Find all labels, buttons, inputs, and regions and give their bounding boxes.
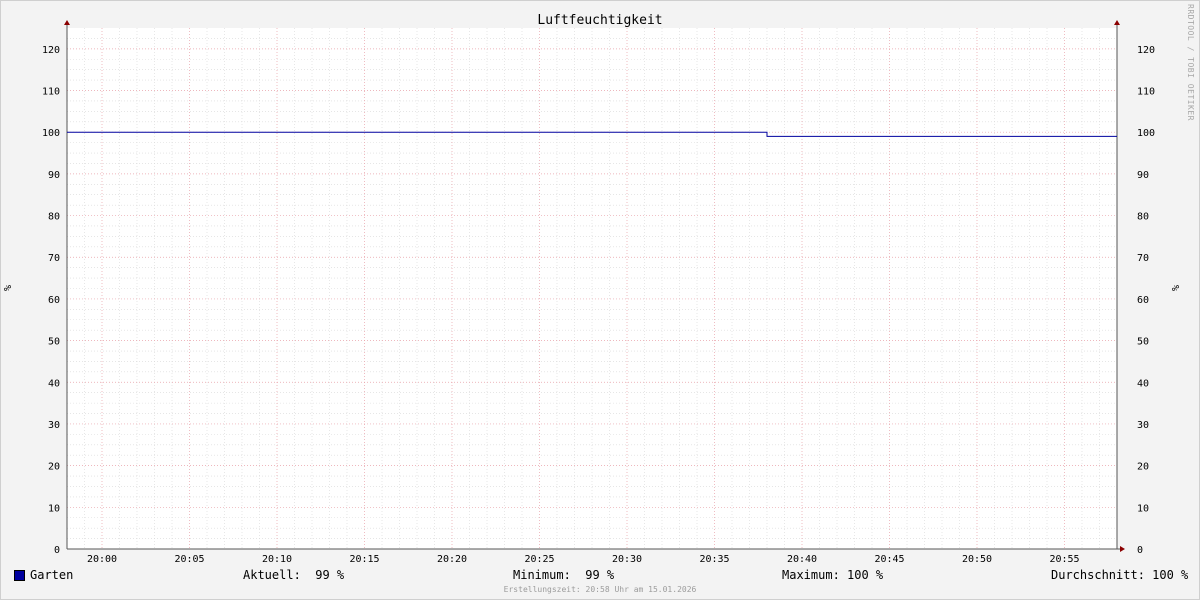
y-tick-label-left: 10 (48, 503, 60, 514)
y-tick-label-right: 0 (1137, 545, 1143, 556)
y-tick-label-left: 50 (48, 337, 60, 348)
y-tick-label-left: 20 (48, 462, 60, 473)
legend-current: Aktuell: 99 % (243, 568, 345, 582)
x-tick-label: 20:45 (874, 554, 904, 565)
y-tick-label-right: 90 (1137, 170, 1149, 181)
y-tick-label-left: 90 (48, 170, 60, 181)
y-tick-label-left: 80 (48, 212, 60, 223)
rrdtool-watermark: RRDTOOL / TOBI OETIKER (1186, 4, 1195, 121)
x-tick-label: 20:25 (524, 554, 554, 565)
x-tick-label: 20:00 (87, 554, 117, 565)
y-axis-left-arrow (64, 20, 70, 25)
legend-series-name: Garten (30, 568, 74, 582)
y-tick-label-left: 40 (48, 378, 60, 389)
y-tick-label-left: 110 (42, 87, 60, 98)
y-tick-label-right: 10 (1137, 503, 1149, 514)
y-tick-label-right: 100 (1137, 128, 1155, 139)
y-tick-label-left: 120 (42, 45, 60, 56)
x-tick-label: 20:50 (962, 554, 992, 565)
y-tick-label-right: 120 (1137, 45, 1155, 56)
y-tick-label-right: 80 (1137, 212, 1149, 223)
y-tick-label-left: 30 (48, 420, 60, 431)
x-tick-label: 20:05 (174, 554, 204, 565)
y-tick-label-right: 40 (1137, 378, 1149, 389)
legend-minimum: Minimum: 99 % (513, 568, 615, 582)
y-tick-label-left: 0 (54, 545, 60, 556)
y-tick-label-left: 60 (48, 295, 60, 306)
x-tick-label: 20:55 (1049, 554, 1079, 565)
legend-average: Durchschnitt: 100 % (1051, 568, 1189, 582)
y-tick-label-right: 20 (1137, 462, 1149, 473)
y-tick-label-right: 50 (1137, 337, 1149, 348)
y-axis-label-right: % (1171, 285, 1182, 291)
x-tick-label: 20:40 (787, 554, 817, 565)
y-tick-label-right: 110 (1137, 87, 1155, 98)
legend-swatch-garten (14, 570, 25, 581)
x-tick-label: 20:20 (437, 554, 467, 565)
y-tick-label-right: 30 (1137, 420, 1149, 431)
y-tick-label-right: 70 (1137, 253, 1149, 264)
humidity-chart: 20:00 20:05 20:10 20:15 20:20 20:25 20:30 20:35… (3, 13, 1182, 565)
x-tick-label: 20:35 (699, 554, 729, 565)
y-tick-label-right: 60 (1137, 295, 1149, 306)
x-axis-arrow (1120, 546, 1125, 552)
x-tick-label: 20:15 (349, 554, 379, 565)
creation-time-footer: Erstellungszeit: 20:58 Uhr am 15.01.2026 (503, 585, 697, 594)
legend-maximum: Maximum: 100 % (782, 568, 884, 582)
y-tick-label-left: 100 (42, 128, 60, 139)
y-axis-right-arrow (1114, 20, 1120, 25)
y-tick-label-left: 70 (48, 253, 60, 264)
x-tick-label: 20:30 (612, 554, 642, 565)
y-axis-label-left: % (3, 285, 14, 291)
chart-title: Luftfeuchtigkeit (537, 13, 662, 28)
x-tick-label: 20:10 (262, 554, 292, 565)
